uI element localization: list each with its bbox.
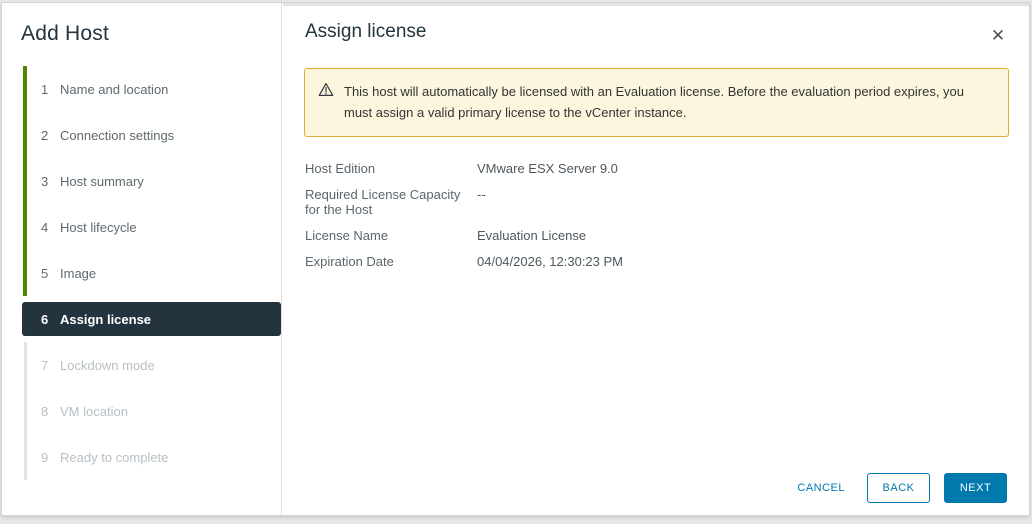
step-progress-bar <box>24 434 27 480</box>
detail-row-license-name: License Name Evaluation License <box>305 228 1029 243</box>
detail-label: Host Edition <box>305 161 376 176</box>
step-number: 4 <box>41 219 49 235</box>
next-button[interactable]: NEXT <box>944 473 1007 503</box>
step-progress-bar <box>24 342 27 388</box>
step-image[interactable]: 5 Image <box>2 250 281 296</box>
page-title: Assign license <box>305 21 427 42</box>
step-host-summary[interactable]: 3 Host summary <box>2 158 281 204</box>
step-label: Image <box>60 265 97 281</box>
step-label: Connection settings <box>60 127 175 143</box>
warning-triangle-icon <box>318 82 334 102</box>
step-label: Assign license <box>60 311 152 327</box>
step-label: Host lifecycle <box>60 219 137 235</box>
step-progress-bar <box>23 250 27 296</box>
step-label: VM location <box>60 403 128 419</box>
detail-value: -- <box>477 187 486 202</box>
detail-label: Required License Capacity for the Host <box>305 187 461 217</box>
step-progress-bar <box>23 66 27 112</box>
close-icon[interactable]: ✕ <box>988 26 1008 46</box>
wizard-footer: CANCEL BACK NEXT <box>785 473 1007 503</box>
detail-value: Evaluation License <box>477 228 587 243</box>
step-progress-bar <box>23 204 27 250</box>
detail-row-expiration-date: Expiration Date 04/04/2026, 12:30:23 PM <box>305 254 1029 269</box>
warning-banner-text: This host will automatically be licensed… <box>344 84 965 120</box>
cancel-button[interactable]: CANCEL <box>785 473 857 503</box>
step-number: 1 <box>41 81 49 97</box>
step-number: 6 <box>41 311 49 327</box>
step-progress-bar <box>24 388 27 434</box>
step-vm-location: 8 VM location <box>2 388 281 434</box>
step-number: 5 <box>41 265 49 281</box>
detail-label: Expiration Date <box>305 254 394 269</box>
step-ready-to-complete: 9 Ready to complete <box>2 434 281 480</box>
step-assign-license-current[interactable]: 6 Assign license <box>2 296 281 342</box>
step-connection-settings[interactable]: 2 Connection settings <box>2 112 281 158</box>
add-host-dialog: Add Host 1 Name and location 2 Connectio… <box>1 2 1030 516</box>
step-number: 3 <box>41 173 49 189</box>
wizard-title: Add Host <box>21 22 109 45</box>
step-label: Lockdown mode <box>60 357 155 373</box>
step-host-lifecycle[interactable]: 4 Host lifecycle <box>2 204 281 250</box>
step-lockdown-mode: 7 Lockdown mode <box>2 342 281 388</box>
detail-label: License Name <box>305 228 389 243</box>
active-step-highlight: 6 Assign license <box>22 302 281 336</box>
step-number: 2 <box>41 127 49 143</box>
panel-top-strip <box>283 3 1029 6</box>
detail-value: 04/04/2026, 12:30:23 PM <box>477 254 624 269</box>
wizard-sidebar: Add Host 1 Name and location 2 Connectio… <box>2 3 282 515</box>
back-button[interactable]: BACK <box>867 473 930 503</box>
step-progress-bar <box>23 112 27 158</box>
step-number: 7 <box>41 357 49 373</box>
step-number: 9 <box>41 449 49 465</box>
detail-row-host-edition: Host Edition VMware ESX Server 9.0 <box>305 161 1029 176</box>
step-name-and-location[interactable]: 1 Name and location <box>2 66 281 112</box>
step-number: 8 <box>41 403 49 419</box>
step-label: Host summary <box>60 173 144 189</box>
license-details: Host Edition VMware ESX Server 9.0 Requi… <box>305 161 1029 269</box>
step-label: Ready to complete <box>60 449 169 465</box>
detail-value: VMware ESX Server 9.0 <box>477 161 618 176</box>
step-progress-bar <box>23 158 27 204</box>
assign-license-panel: Assign license ✕ This host will automati… <box>283 3 1029 515</box>
step-label: Name and location <box>60 81 169 97</box>
evaluation-license-warning-banner: This host will automatically be licensed… <box>304 68 1009 137</box>
wizard-steps: 1 Name and location 2 Connection setting… <box>2 66 281 480</box>
detail-row-required-capacity: Required License Capacity for the Host -… <box>305 187 1029 217</box>
